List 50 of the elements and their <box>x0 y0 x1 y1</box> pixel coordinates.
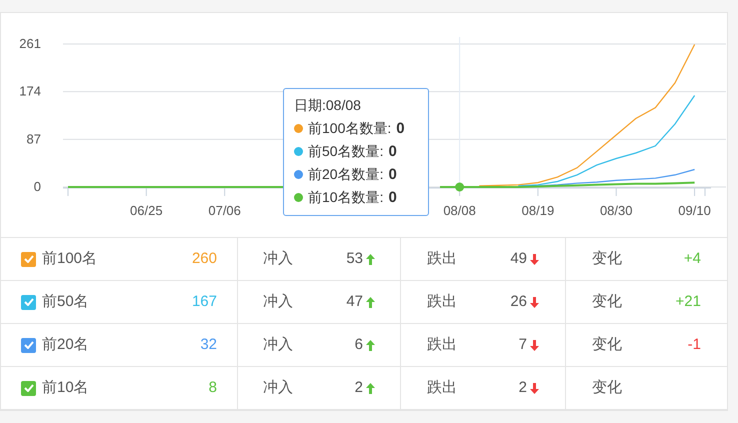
x-tick-label: 09/10 <box>678 203 711 218</box>
x-tick-label: 07/06 <box>208 203 241 218</box>
change-value: +21 <box>676 292 701 312</box>
y-tick-label: 0 <box>34 179 41 194</box>
in-value: 53 <box>346 248 363 269</box>
tooltip-value: 0 <box>388 142 397 162</box>
in-value: 47 <box>346 292 363 312</box>
row-label: 前20名 <box>42 334 89 355</box>
tooltip-value: 0 <box>388 188 397 208</box>
row-label: 前100名 <box>42 248 98 269</box>
y-tick-label: 87 <box>26 131 41 146</box>
out-value: 26 <box>510 292 527 312</box>
row-count: 8 <box>208 378 217 398</box>
in-label: 冲入 <box>263 248 293 269</box>
change-label: 变化 <box>592 334 622 355</box>
change-label: 变化 <box>592 378 622 398</box>
tooltip-label: 前20名数量: <box>308 165 384 184</box>
y-tick-label: 261 <box>19 36 41 51</box>
x-tick-label: 06/25 <box>130 203 163 218</box>
out-label: 跌出 <box>427 378 457 398</box>
change-label: 变化 <box>592 248 622 269</box>
in-label: 冲入 <box>263 292 293 312</box>
out-value: 2 <box>518 378 527 398</box>
in-value: 2 <box>354 378 363 398</box>
row-label: 前10名 <box>42 378 89 398</box>
tooltip-label: 前10名数量: <box>308 188 384 207</box>
in-label: 冲入 <box>263 378 293 398</box>
out-label: 跌出 <box>427 248 457 269</box>
out-label: 跌出 <box>427 292 457 312</box>
x-tick-label: 08/19 <box>522 203 554 218</box>
tooltip-label: 前100名数量: <box>308 119 392 138</box>
y-tick-label: 174 <box>19 84 41 99</box>
change-label: 变化 <box>592 292 622 312</box>
tooltip-title: 日期:08/08 <box>294 96 362 115</box>
change-value: +4 <box>684 248 701 269</box>
out-value: 7 <box>518 334 527 355</box>
row-label: 前50名 <box>42 292 89 312</box>
in-value: 6 <box>354 334 363 355</box>
out-value: 49 <box>510 248 527 269</box>
row-count: 260 <box>192 248 217 269</box>
tooltip-value: 0 <box>388 165 397 185</box>
row-count: 167 <box>192 292 217 312</box>
row-count: 32 <box>200 334 217 355</box>
x-tick-label: 08/30 <box>600 203 633 218</box>
x-tick-label: 08/08 <box>443 203 476 218</box>
out-label: 跌出 <box>427 334 457 355</box>
tooltip-value: 0 <box>396 119 405 139</box>
in-label: 冲入 <box>263 334 293 355</box>
change-value: -1 <box>688 334 701 355</box>
tooltip-label: 前50名数量: <box>308 142 384 161</box>
